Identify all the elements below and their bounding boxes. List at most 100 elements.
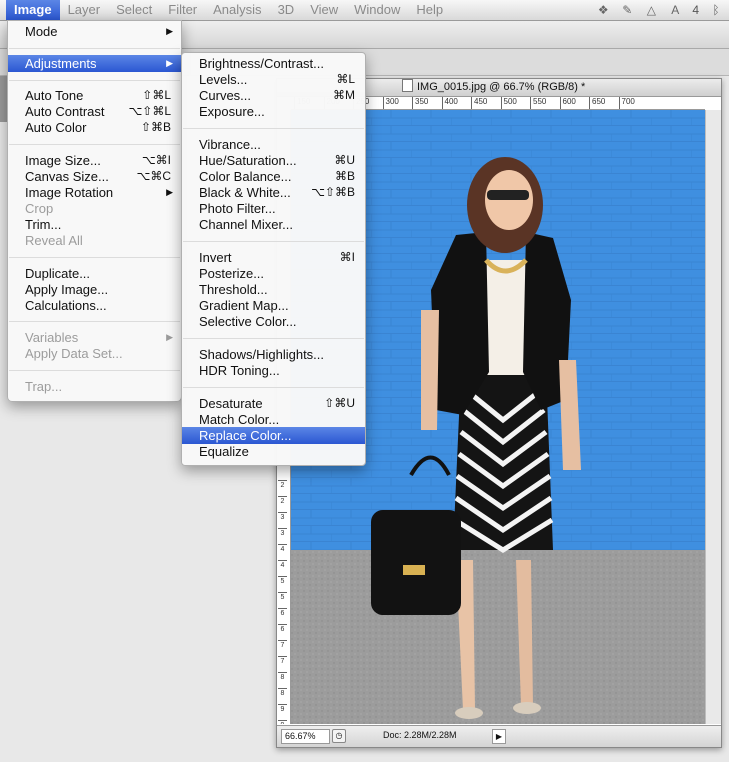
- status-area: ❖ ✎ △ A 4 ᛒ: [596, 0, 723, 20]
- menu-item-reveal-all: Reveal All: [8, 232, 181, 249]
- zoom-level-field[interactable]: 66.67%: [281, 729, 330, 744]
- menu-item-label: Trim...: [25, 217, 62, 232]
- ruler-tick-label: 650: [589, 97, 605, 109]
- ruler-tick-label: 5: [278, 576, 287, 586]
- shortcut-label: ⌘L: [336, 72, 355, 86]
- image-menu: Mode ▶ Adjustments ▶ Auto Tone ⇧⌘L Auto Contra…: [7, 20, 182, 402]
- menu-item-trim[interactable]: Trim...: [8, 216, 181, 233]
- document-title: IMG_0015.jpg @ 66.7% (RGB/8) *: [417, 81, 586, 93]
- menu-item-curves[interactable]: Curves... ⌘M: [182, 87, 365, 104]
- menu-image[interactable]: Image: [6, 0, 60, 20]
- menu-item-label: Duplicate...: [25, 266, 91, 281]
- menu-analysis[interactable]: Analysis: [205, 0, 269, 20]
- menu-item-gradient-map[interactable]: Gradient Map...: [182, 297, 365, 314]
- menu-item-mode[interactable]: Mode ▶: [8, 23, 181, 40]
- menu-item-label: Apply Image...: [25, 282, 109, 297]
- menu-item-label: Photo Filter...: [199, 201, 276, 216]
- menu-separator: [183, 128, 364, 129]
- menu-item-label: Replace Color...: [199, 428, 292, 443]
- menu-item-equalize[interactable]: Equalize: [182, 443, 365, 460]
- zoom-proof-icon[interactable]: ◷: [332, 729, 346, 743]
- bluetooth-icon[interactable]: ᛒ: [709, 3, 723, 17]
- ruler-tick-label: 3: [278, 512, 287, 522]
- ruler-tick-label: 400: [441, 97, 458, 109]
- menu-item-label: Match Color...: [199, 412, 280, 427]
- menu-select[interactable]: Select: [108, 0, 160, 20]
- menu-item-vibrance[interactable]: Vibrance...: [182, 136, 365, 153]
- right-shoe: [513, 702, 541, 714]
- menu-item-color-balance[interactable]: Color Balance... ⌘B: [182, 168, 365, 185]
- menu-separator: [9, 80, 180, 81]
- menu-item-image-size[interactable]: Image Size... ⌥⌘I: [8, 152, 181, 169]
- menu-item-hdr-toning[interactable]: HDR Toning...: [182, 362, 365, 379]
- menu-item-label: Auto Color: [25, 120, 87, 135]
- ruler-tick-label: 7: [278, 640, 287, 650]
- menu-item-threshold[interactable]: Threshold...: [182, 281, 365, 298]
- menu-item-label: Shadows/Highlights...: [199, 347, 325, 362]
- adobe-icon[interactable]: A: [668, 3, 682, 17]
- status-menu-arrow-icon[interactable]: ▶: [492, 729, 506, 744]
- vertical-scrollbar[interactable]: [705, 110, 721, 724]
- menu-item-adjustments[interactable]: Adjustments ▶: [8, 55, 181, 72]
- adobe-count: 4: [692, 3, 699, 17]
- submenu-arrow-icon: ▶: [166, 58, 173, 68]
- menu-item-label: Brightness/Contrast...: [199, 56, 324, 71]
- menu-window[interactable]: Window: [346, 0, 408, 20]
- menu-item-shadows-highlights[interactable]: Shadows/Highlights...: [182, 346, 365, 363]
- menu-item-label: Image Size...: [25, 153, 101, 168]
- menu-item-apply-image[interactable]: Apply Image...: [8, 281, 181, 298]
- menu-item-channel-mixer[interactable]: Channel Mixer...: [182, 216, 365, 233]
- shortcut-label: ⇧⌘U: [324, 396, 355, 410]
- menu-separator: [183, 241, 364, 242]
- menu-item-hue-saturation[interactable]: Hue/Saturation... ⌘U: [182, 152, 365, 169]
- menu-filter[interactable]: Filter: [160, 0, 205, 20]
- shortcut-label: ⌥⇧⌘B: [311, 185, 355, 199]
- ruler-tick-label: 550: [530, 97, 546, 109]
- submenu-arrow-icon: ▶: [166, 187, 173, 197]
- menu-separator: [9, 321, 180, 322]
- menu-item-label: Exposure...: [199, 104, 265, 119]
- menu-item-invert[interactable]: Invert ⌘I: [182, 249, 365, 266]
- menu-help[interactable]: Help: [408, 0, 451, 20]
- menu-item-label: Selective Color...: [199, 314, 297, 329]
- menu-item-desaturate[interactable]: Desaturate ⇧⌘U: [182, 395, 365, 412]
- menu-item-auto-tone[interactable]: Auto Tone ⇧⌘L: [8, 87, 181, 104]
- menu-item-brightness-contrast[interactable]: Brightness/Contrast...: [182, 55, 365, 72]
- menu-item-posterize[interactable]: Posterize...: [182, 265, 365, 282]
- menu-item-image-rotation[interactable]: Image Rotation ▶: [8, 184, 181, 201]
- ruler-tick-label: 350: [412, 97, 428, 109]
- menu-item-calculations[interactable]: Calculations...: [8, 297, 181, 314]
- document-status-bar: 66.67% ◷ Doc: 2.28M/2.28M ▶: [277, 725, 721, 747]
- menu-item-auto-contrast[interactable]: Auto Contrast ⌥⇧⌘L: [8, 103, 181, 120]
- menu-item-label: Reveal All: [25, 233, 83, 248]
- menu-item-canvas-size[interactable]: Canvas Size... ⌥⌘C: [8, 168, 181, 185]
- menu-item-match-color[interactable]: Match Color...: [182, 411, 365, 428]
- evernote-icon[interactable]: ✎: [620, 3, 634, 17]
- shortcut-label: ⌘U: [334, 153, 355, 167]
- menu-item-auto-color[interactable]: Auto Color ⇧⌘B: [8, 119, 181, 136]
- menu-item-duplicate[interactable]: Duplicate...: [8, 265, 181, 282]
- left-shoe: [455, 707, 483, 719]
- ruler-tick-label: 6: [278, 624, 287, 634]
- menu-item-photo-filter[interactable]: Photo Filter...: [182, 200, 365, 217]
- ruler-tick-label: 700: [618, 97, 635, 109]
- menu-item-black-white[interactable]: Black & White... ⌥⇧⌘B: [182, 184, 365, 201]
- menu-item-label: Vibrance...: [199, 137, 261, 152]
- menu-item-label: Mode: [25, 24, 58, 39]
- menu-view[interactable]: View: [302, 0, 346, 20]
- menu-item-levels[interactable]: Levels... ⌘L: [182, 71, 365, 88]
- pavement: [291, 550, 705, 724]
- menu-item-selective-color[interactable]: Selective Color...: [182, 313, 365, 330]
- ruler-tick-label: 300: [382, 97, 399, 109]
- menu-separator: [9, 257, 180, 258]
- menu-item-label: Variables: [25, 330, 79, 345]
- menu-3d[interactable]: 3D: [270, 0, 303, 20]
- menu-item-label: Black & White...: [199, 185, 291, 200]
- dropbox-icon[interactable]: ❖: [596, 3, 610, 17]
- menu-item-exposure[interactable]: Exposure...: [182, 103, 365, 120]
- drive-icon[interactable]: △: [644, 3, 658, 17]
- menu-layer[interactable]: Layer: [60, 0, 109, 20]
- menu-item-replace-color[interactable]: Replace Color...: [182, 427, 365, 444]
- ruler-tick-label: 500: [500, 97, 517, 109]
- menu-separator: [9, 370, 180, 371]
